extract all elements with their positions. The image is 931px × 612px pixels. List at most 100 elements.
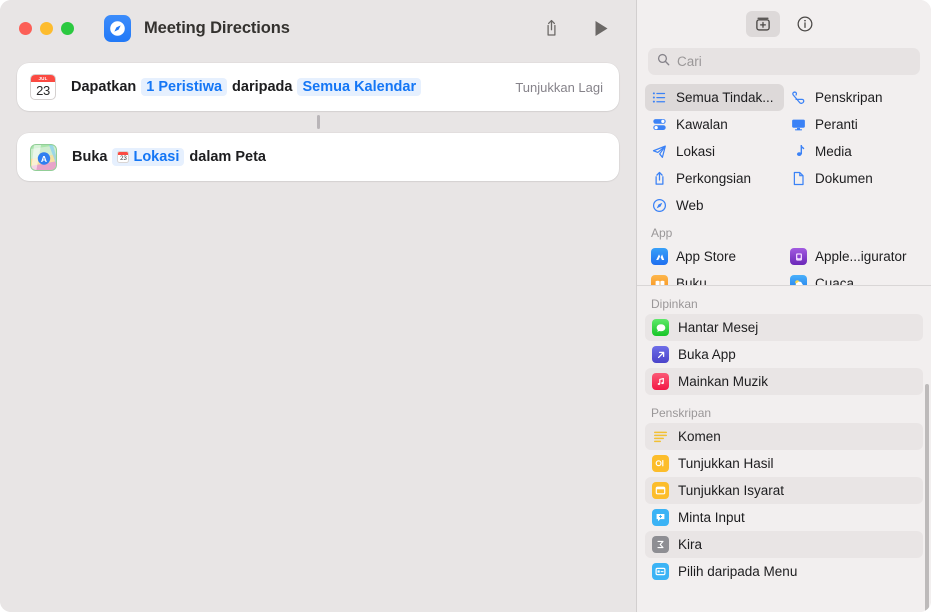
- search-input[interactable]: Cari: [648, 48, 920, 75]
- action-connector: [317, 115, 320, 129]
- minimize-button[interactable]: [40, 22, 53, 35]
- action-word: Buka: [68, 149, 111, 165]
- music-icon: [652, 373, 669, 390]
- category-grid: Semua Tindak... Penskripan: [637, 84, 931, 219]
- category-web[interactable]: Web: [645, 192, 784, 219]
- calendar-icon: JUL 23: [30, 74, 56, 100]
- calculate-sigma-icon: [652, 536, 669, 553]
- choose-menu-icon: [652, 563, 669, 580]
- action-token-location[interactable]: 23 Lokasi: [112, 148, 184, 166]
- open-app-icon: [652, 346, 669, 363]
- app-grid: App Store Apple...igurator Buku: [637, 243, 931, 286]
- maps-icon: A: [30, 144, 57, 171]
- category-media[interactable]: Media: [784, 138, 923, 165]
- category-label: Semua Tindak...: [676, 90, 774, 105]
- library-toolbar: [637, 0, 931, 48]
- list-item-send-message[interactable]: Hantar Mesej: [645, 314, 923, 341]
- list-item-comment[interactable]: Komen: [645, 423, 923, 450]
- paperplane-icon: [651, 144, 668, 159]
- list-item-choose-from-menu[interactable]: Pilih daripada Menu: [645, 558, 923, 585]
- shortcuts-compass-icon: [104, 15, 131, 42]
- list-item-ask-for-input[interactable]: Minta Input: [645, 504, 923, 531]
- list-bullet-icon: [651, 90, 668, 105]
- library-scroll-area[interactable]: Semua Tindak... Penskripan: [637, 84, 931, 612]
- app-label: Apple...igurator: [815, 249, 907, 264]
- apple-configurator-icon: [790, 248, 807, 265]
- music-note-icon: [790, 144, 807, 159]
- list-item-play-music[interactable]: Mainkan Muzik: [645, 368, 923, 395]
- messages-icon: [652, 319, 669, 336]
- category-documents[interactable]: Dokumen: [784, 165, 923, 192]
- app-label: Buku: [676, 276, 707, 286]
- category-label: Kawalan: [676, 117, 728, 132]
- search-icon: [657, 53, 670, 71]
- pinned-section: Dipinkan Hantar Mesej Buka App: [637, 286, 931, 395]
- list-item-open-app[interactable]: Buka App: [645, 341, 923, 368]
- toggles-icon: [651, 117, 668, 132]
- app-item-books[interactable]: Buku: [645, 270, 784, 286]
- app-label: App Store: [676, 249, 736, 264]
- zoom-button[interactable]: [61, 22, 74, 35]
- app-label: Cuaca: [815, 276, 854, 286]
- app-item-app-store[interactable]: App Store: [645, 243, 784, 270]
- action-token-events[interactable]: 1 Peristiwa: [141, 78, 227, 96]
- list-item-label: Kira: [678, 537, 702, 552]
- action-word: daripada: [228, 79, 296, 95]
- show-result-icon: [652, 455, 669, 472]
- category-controls[interactable]: Kawalan: [645, 111, 784, 138]
- search-placeholder: Cari: [677, 54, 702, 69]
- category-label: Perkongsian: [676, 171, 751, 186]
- show-more-button[interactable]: Tunjukkan Lagi: [515, 80, 605, 95]
- category-label: Peranti: [815, 117, 858, 132]
- category-scripting[interactable]: Penskripan: [784, 84, 923, 111]
- category-all-actions[interactable]: Semua Tindak...: [645, 84, 784, 111]
- display-icon: [790, 117, 807, 132]
- scripting-section: Penskripan Komen: [637, 395, 931, 585]
- app-section-header: App: [637, 219, 931, 243]
- list-item-label: Komen: [678, 429, 721, 444]
- calendar-month: JUL: [31, 75, 55, 82]
- shortcuts-window: Meeting Directions JUL: [0, 0, 931, 612]
- page-title: Meeting Directions: [144, 19, 290, 38]
- scripting-section-header: Penskripan: [637, 399, 931, 423]
- comment-lines-icon: [652, 428, 669, 445]
- action-library-pane: Cari Semua Tindak...: [636, 0, 931, 612]
- compass-icon: [651, 198, 668, 213]
- close-button[interactable]: [19, 22, 32, 35]
- list-item-label: Tunjukkan Isyarat: [678, 483, 784, 498]
- shortcut-canvas: JUL 23 Dapatkan 1 Peristiwa daripada Sem…: [0, 56, 636, 612]
- token-label: Lokasi: [133, 149, 179, 165]
- editor-pane: Meeting Directions JUL: [0, 0, 636, 612]
- library-scrollbar[interactable]: [925, 384, 929, 612]
- category-region: Semua Tindak... Penskripan: [637, 84, 931, 286]
- list-item-calculate[interactable]: Kira: [645, 531, 923, 558]
- action-card[interactable]: JUL 23 Dapatkan 1 Peristiwa daripada Sem…: [17, 63, 619, 111]
- action-library-icon[interactable]: [746, 11, 780, 37]
- action-text: Buka 23 Lokasi dalam Peta: [68, 148, 270, 166]
- info-circle-icon[interactable]: [788, 11, 822, 37]
- action-word: dalam Peta: [185, 149, 270, 165]
- share-icon[interactable]: [536, 13, 566, 43]
- category-sharing[interactable]: Perkongsian: [645, 165, 784, 192]
- action-text: Dapatkan 1 Peristiwa daripada Semua Kale…: [67, 78, 422, 96]
- list-item-show-result[interactable]: Tunjukkan Hasil: [645, 450, 923, 477]
- play-icon[interactable]: [586, 13, 616, 43]
- calendar-day: 23: [31, 82, 55, 99]
- action-token-calendar[interactable]: Semua Kalendar: [297, 78, 421, 96]
- category-label: Web: [676, 198, 704, 213]
- category-location[interactable]: Lokasi: [645, 138, 784, 165]
- books-icon: [651, 275, 668, 286]
- app-item-apple-configurator[interactable]: Apple...igurator: [784, 243, 923, 270]
- document-icon: [790, 171, 807, 186]
- list-item-label: Pilih daripada Menu: [678, 564, 797, 579]
- app-store-icon: [651, 248, 668, 265]
- titlebar: Meeting Directions: [0, 0, 636, 56]
- list-item-show-alert[interactable]: Tunjukkan Isyarat: [645, 477, 923, 504]
- action-card[interactable]: A Buka 23 Lokasi dalam Peta: [17, 133, 619, 181]
- list-item-label: Hantar Mesej: [678, 320, 758, 335]
- category-label: Media: [815, 144, 852, 159]
- category-devices[interactable]: Peranti: [784, 111, 923, 138]
- ask-input-icon: [652, 509, 669, 526]
- list-item-label: Tunjukkan Hasil: [678, 456, 774, 471]
- app-item-weather[interactable]: Cuaca: [784, 270, 923, 286]
